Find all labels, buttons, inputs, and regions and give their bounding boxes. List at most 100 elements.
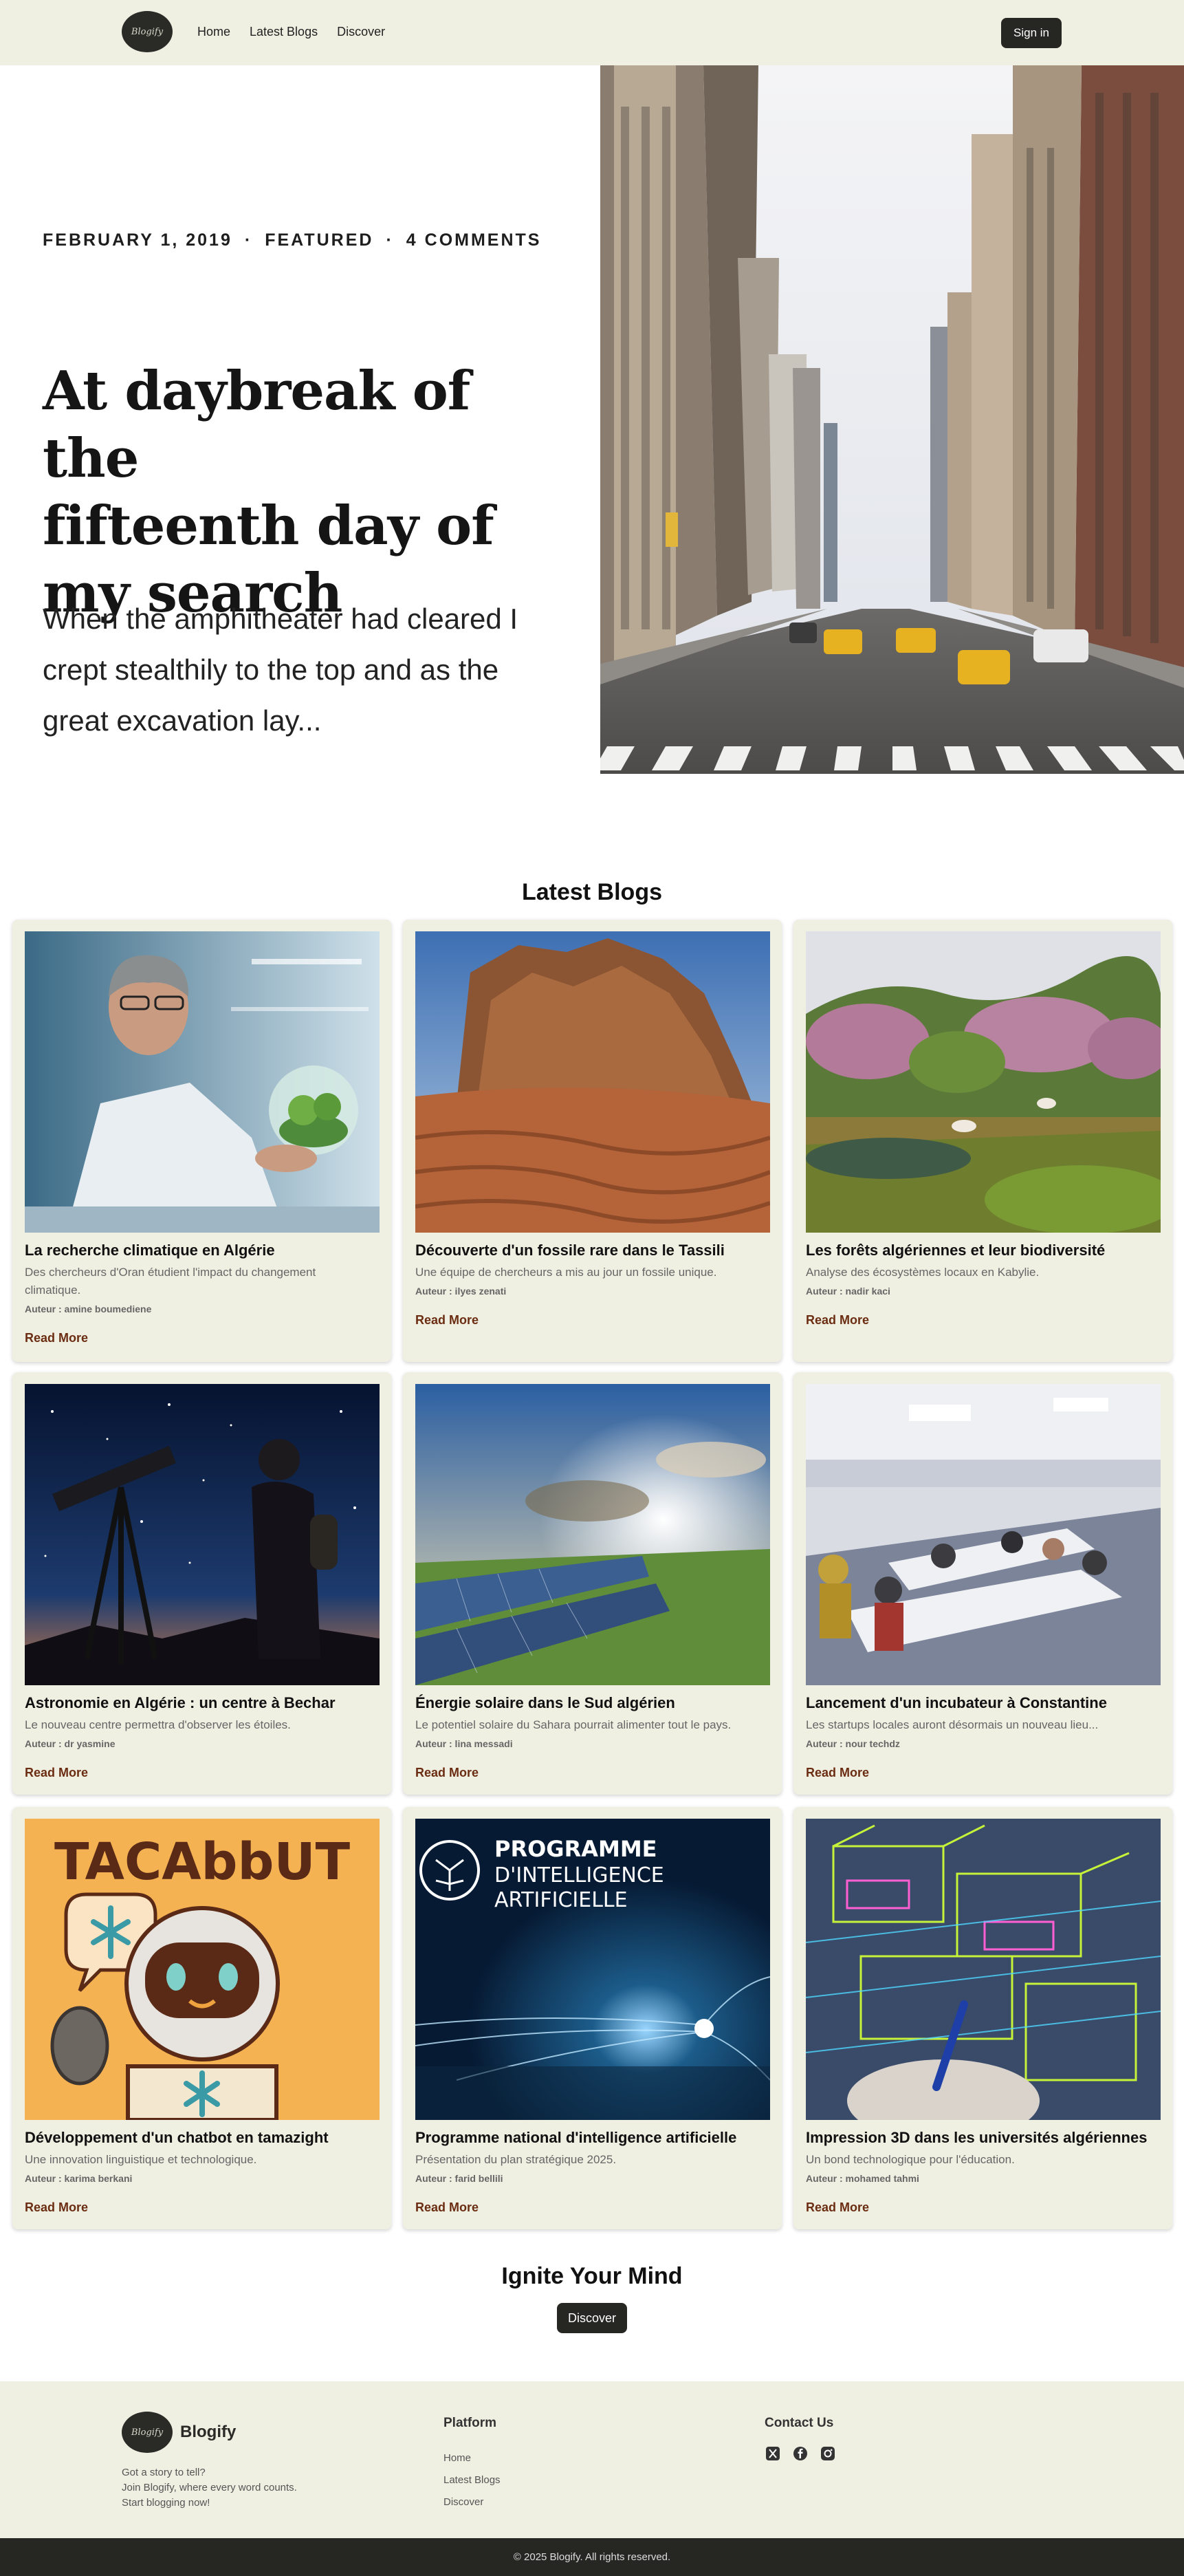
hero-text-panel: FEBRUARY 1, 2019 · FEATURED · 4 COMMENTS… xyxy=(0,65,600,774)
blog-card[interactable]: Découverte d'un fossile rare dans le Tas… xyxy=(403,920,782,1362)
read-more-link[interactable]: Read More xyxy=(25,1766,88,1780)
read-more-link[interactable]: Read More xyxy=(415,2200,479,2215)
read-more-link[interactable]: Read More xyxy=(806,1766,869,1780)
footer-link-discover[interactable]: Discover xyxy=(443,2491,501,2513)
read-more-link[interactable]: Read More xyxy=(806,2200,869,2215)
card-title[interactable]: Développement d'un chatbot en tamazight xyxy=(25,2129,382,2147)
card-description: Présentation du plan stratégique 2025. xyxy=(415,2153,617,2166)
hero-meta: FEBRUARY 1, 2019 · FEATURED · 4 COMMENTS xyxy=(43,230,541,250)
card-description: Le potentiel solaire du Sahara pourrait … xyxy=(415,1718,732,1731)
cta-heading: Ignite Your Mind xyxy=(501,2263,683,2289)
footer-tagline: Got a story to tell? Join Blogify, where… xyxy=(122,2465,328,2511)
card-title[interactable]: Les forêts algériennes et leur biodivers… xyxy=(806,1242,1163,1259)
blog-card[interactable]: Les forêts algériennes et leur biodivers… xyxy=(793,920,1172,1362)
card-description: Un bond technologique pour l'éducation. xyxy=(806,2153,1015,2166)
copyright-text: © 2025 Blogify. All rights reserved. xyxy=(513,2551,671,2563)
read-more-link[interactable]: Read More xyxy=(806,1313,869,1328)
nav-link-discover[interactable]: Discover xyxy=(337,25,385,39)
hero-city-street-image xyxy=(600,65,1184,774)
instagram-icon[interactable] xyxy=(820,2445,836,2462)
ai-title-line: D'INTELLIGENCE xyxy=(494,1863,664,1887)
card-author: Auteur : lina messadi xyxy=(415,1738,513,1749)
hero-title-line: fifteenth day of xyxy=(43,495,494,557)
copyright-bar: © 2025 Blogify. All rights reserved. xyxy=(0,2538,1184,2576)
tagline-line: Start blogging now! xyxy=(122,2497,210,2509)
hero-title[interactable]: At daybreak of the fifteenth day of my s… xyxy=(43,358,538,627)
hero-category[interactable]: FEATURED xyxy=(265,230,373,250)
card-description: Analyse des écosystèmes locaux en Kabyli… xyxy=(806,1266,1040,1279)
card-author: Auteur : amine boumediene xyxy=(25,1303,152,1314)
hero-excerpt: When the amphitheater had cleared I crep… xyxy=(43,594,538,746)
nav-link-latest-blogs[interactable]: Latest Blogs xyxy=(250,25,318,39)
nav-links: Home Latest Blogs Discover xyxy=(197,25,385,39)
signin-button[interactable]: Sign in xyxy=(1001,18,1062,48)
card-description: Une équipe de chercheurs a mis au jour u… xyxy=(415,1266,717,1279)
blog-card[interactable]: PROGRAMME D'INTELLIGENCE ARTIFICIELLE Pr… xyxy=(403,1807,782,2229)
card-author: Auteur : nadir kaci xyxy=(806,1286,890,1297)
logo[interactable]: Blogify xyxy=(122,11,173,52)
ai-title-line: ARTIFICIELLE xyxy=(494,1888,628,1912)
blog-card[interactable]: Astronomie en Algérie : un centre à Bech… xyxy=(12,1372,391,1795)
card-image-scientist xyxy=(25,931,380,1233)
hero-excerpt-line: great excavation lay... xyxy=(43,704,322,737)
card-image-desert-rock xyxy=(415,931,770,1233)
footer: Blogify Blogify Got a story to tell? Joi… xyxy=(0,2381,1184,2538)
blog-card[interactable]: Énergie solaire dans le Sud algérien Le … xyxy=(403,1372,782,1795)
card-title[interactable]: Lancement d'un incubateur à Constantine xyxy=(806,1694,1163,1712)
card-title[interactable]: La recherche climatique en Algérie xyxy=(25,1242,382,1259)
hero-title-line: At daybreak of the xyxy=(43,360,470,490)
discover-button[interactable]: Discover xyxy=(557,2303,627,2333)
footer-platform-heading: Platform xyxy=(443,2416,497,2430)
card-description: Des chercheurs d'Oran étudient l'impact … xyxy=(25,1266,316,1297)
card-title[interactable]: Programme national d'intelligence artifi… xyxy=(415,2129,773,2147)
nav-link-home[interactable]: Home xyxy=(197,25,230,39)
tagline-line: Join Blogify, where every word counts. xyxy=(122,2482,297,2493)
card-author: Auteur : farid bellili xyxy=(415,2173,503,2184)
robot-banner-text: TACAbbUT xyxy=(54,1832,351,1892)
card-author: Auteur : nour techdz xyxy=(806,1738,900,1749)
card-description: Le nouveau centre permettra d'observer l… xyxy=(25,1718,291,1731)
tagline-line: Got a story to tell? xyxy=(122,2467,206,2478)
card-title[interactable]: Découverte d'un fossile rare dans le Tas… xyxy=(415,1242,773,1259)
card-image-forest xyxy=(806,931,1161,1233)
blog-card[interactable]: Impression 3D dans les universités algér… xyxy=(793,1807,1172,2229)
read-more-link[interactable]: Read More xyxy=(25,2200,88,2215)
read-more-link[interactable]: Read More xyxy=(415,1313,479,1328)
card-image-telescope xyxy=(25,1384,380,1685)
x-icon[interactable] xyxy=(765,2445,781,2462)
card-author: Auteur : ilyes zenati xyxy=(415,1286,507,1297)
footer-contact-heading: Contact Us xyxy=(765,2416,834,2430)
card-image-classroom xyxy=(806,1384,1161,1685)
card-image-ai-program: PROGRAMME D'INTELLIGENCE ARTIFICIELLE xyxy=(415,1819,770,2120)
social-icons xyxy=(765,2445,836,2462)
footer-brand: Blogify xyxy=(180,2423,237,2441)
meta-separator: · xyxy=(244,230,253,250)
facebook-icon[interactable] xyxy=(792,2445,809,2462)
footer-platform-links: Home Latest Blogs Discover xyxy=(443,2447,501,2513)
meta-separator: · xyxy=(386,230,394,250)
blog-card[interactable]: La recherche climatique en Algérie Des c… xyxy=(12,920,391,1362)
read-more-link[interactable]: Read More xyxy=(415,1766,479,1780)
top-navbar: Blogify Home Latest Blogs Discover Sign … xyxy=(0,0,1184,65)
hero-date: FEBRUARY 1, 2019 xyxy=(43,230,232,250)
card-title[interactable]: Impression 3D dans les universités algér… xyxy=(806,2129,1163,2147)
card-title[interactable]: Astronomie en Algérie : un centre à Bech… xyxy=(25,1694,382,1712)
card-image-robot-chatbot: TACAbbUT xyxy=(25,1819,380,2120)
ai-title-line: PROGRAMME xyxy=(494,1836,657,1862)
blog-card[interactable]: Lancement d'un incubateur à Constantine … xyxy=(793,1372,1172,1795)
blog-card[interactable]: TACAbbUT Développement d'un chatbot en t… xyxy=(12,1807,391,2229)
card-description: Une innovation linguistique et technolog… xyxy=(25,2153,257,2166)
footer-link-home[interactable]: Home xyxy=(443,2447,501,2469)
card-author: Auteur : dr yasmine xyxy=(25,1738,116,1749)
card-image-solar-panels xyxy=(415,1384,770,1685)
card-description: Les startups locales auront désormais un… xyxy=(806,1718,1099,1731)
card-author: Auteur : karima berkani xyxy=(25,2173,133,2184)
hero-comments[interactable]: 4 COMMENTS xyxy=(406,230,542,250)
read-more-link[interactable]: Read More xyxy=(25,1331,88,1345)
footer-logo-text: Blogify xyxy=(131,2427,164,2438)
footer-logo[interactable]: Blogify xyxy=(122,2412,173,2453)
card-author: Auteur : mohamed tahmi xyxy=(806,2173,919,2184)
logo-text: Blogify xyxy=(131,26,164,37)
card-title[interactable]: Énergie solaire dans le Sud algérien xyxy=(415,1694,773,1712)
footer-link-latest-blogs[interactable]: Latest Blogs xyxy=(443,2469,501,2491)
